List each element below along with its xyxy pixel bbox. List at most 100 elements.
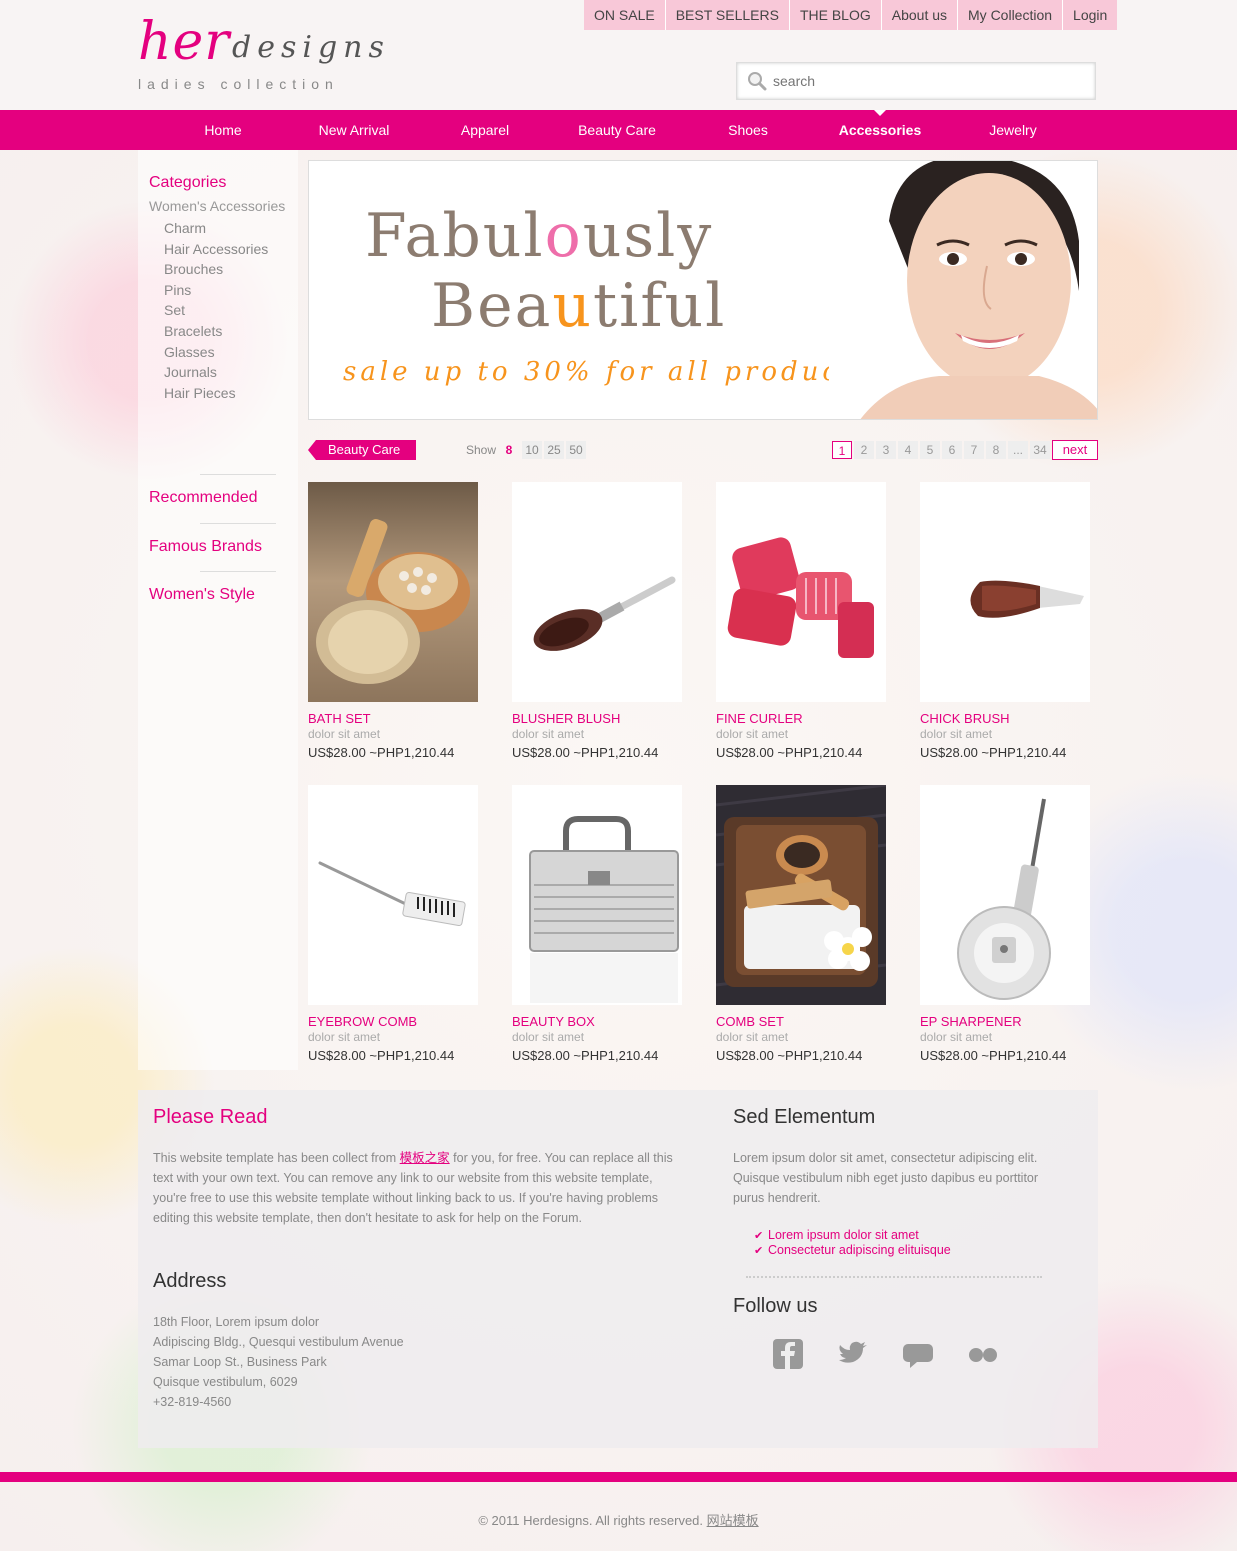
page-button[interactable]: 4 (898, 441, 918, 459)
nav-jewelry[interactable]: Jewelry (980, 110, 1046, 150)
show-option-50[interactable]: 50 (566, 441, 586, 459)
topnav-login[interactable]: Login (1063, 0, 1117, 30)
page-button[interactable]: 5 (920, 441, 940, 459)
product-desc: dolor sit amet (920, 727, 993, 741)
product-image[interactable] (512, 785, 682, 1005)
nav-apparel[interactable]: Apparel (452, 110, 518, 150)
topnav-the-blog[interactable]: THE BLOG (790, 0, 882, 30)
product-name[interactable]: CHICK BRUSH (920, 711, 1010, 726)
topnav-on-sale[interactable]: ON SALE (584, 0, 666, 30)
topnav-my-collection[interactable]: My Collection (958, 0, 1064, 30)
sidebar-link-womens-style[interactable]: Women's Style (149, 586, 255, 604)
address-title: Address (153, 1270, 227, 1292)
category-item[interactable]: Pins (164, 280, 268, 301)
nav-new-arrival[interactable]: New Arrival (314, 110, 394, 150)
promo-banner[interactable]: Fabulously Beautiful sale up to 30% for … (308, 160, 1098, 420)
active-nav-indicator (874, 110, 886, 116)
topnav-best-sellers[interactable]: BEST SELLERS (666, 0, 790, 30)
sidebar-link-recommended[interactable]: Recommended (149, 489, 258, 507)
logo-tagline: ladies collection (138, 76, 339, 92)
address-line: 18th Floor, Lorem ipsum dolor (153, 1315, 320, 1329)
check-item[interactable]: ✔ Consectetur adipiscing elituisque (754, 1243, 951, 1258)
facebook-icon[interactable] (770, 1336, 806, 1372)
logo-designs[interactable]: designs (232, 30, 390, 65)
product-name[interactable]: EYEBROW COMB (308, 1014, 417, 1029)
show-option-10[interactable]: 10 (522, 441, 542, 459)
nav-home[interactable]: Home (190, 110, 256, 150)
address-phone: +32-819-4560 (153, 1395, 232, 1409)
product-desc: dolor sit amet (512, 727, 585, 741)
template-source-link[interactable]: 模板之家 (400, 1151, 450, 1165)
product-desc: dolor sit amet (308, 727, 381, 741)
product-name[interactable]: BLUSHER BLUSH (512, 711, 620, 726)
search-icon[interactable] (747, 71, 767, 91)
sidebar-divider (200, 523, 276, 524)
page-button[interactable]: 1 (832, 441, 852, 459)
dotted-divider (746, 1276, 1042, 1278)
nav-beauty-care[interactable]: Beauty Care (572, 110, 662, 150)
product-image[interactable] (512, 482, 682, 702)
product-image[interactable] (308, 785, 478, 1005)
category-item[interactable]: Hair Accessories (164, 239, 268, 260)
product-name[interactable]: FINE CURLER (716, 711, 803, 726)
address-block: 18th Floor, Lorem ipsum dolor Adipiscing… (153, 1312, 553, 1412)
page-button[interactable]: 8 (986, 441, 1006, 459)
flickr-icon[interactable] (965, 1336, 1001, 1372)
main-nav: Home New Arrival Apparel Beauty Care Sho… (0, 110, 1237, 150)
page-button[interactable]: 7 (964, 441, 984, 459)
page-button[interactable]: 6 (942, 441, 962, 459)
product-image[interactable] (716, 482, 886, 702)
category-parent[interactable]: Women's Accessories (149, 198, 285, 214)
logo-her[interactable]: her (138, 12, 230, 72)
category-item[interactable]: Hair Pieces (164, 383, 268, 404)
category-item[interactable]: Bracelets (164, 321, 268, 342)
category-item[interactable]: Set (164, 300, 268, 321)
footer-link[interactable]: 网站模板 (707, 1513, 759, 1528)
chat-icon[interactable] (900, 1336, 936, 1372)
topnav-about-us[interactable]: About us (882, 0, 959, 30)
product-desc: dolor sit amet (920, 1030, 993, 1044)
product-name[interactable]: EP SHARPENER (920, 1014, 1022, 1029)
product-image[interactable] (920, 482, 1090, 702)
section-tag: Beauty Care (308, 440, 416, 460)
nav-accessories[interactable]: Accessories (830, 110, 930, 150)
categories-title: Categories (149, 174, 227, 191)
page-button[interactable]: 2 (854, 441, 874, 459)
address-line: Adipiscing Bldg., Quesqui vestibulum Ave… (153, 1335, 404, 1349)
product-image[interactable] (308, 482, 478, 702)
product-price: US$28.00 ~PHP1,210.44 (716, 745, 863, 760)
footer-divider (0, 1472, 1237, 1482)
top-nav: ON SALE BEST SELLERS THE BLOG About us M… (584, 0, 1118, 30)
product-price: US$28.00 ~PHP1,210.44 (920, 745, 1067, 760)
sidebar-link-famous-brands[interactable]: Famous Brands (149, 538, 262, 556)
product-desc: dolor sit amet (512, 1030, 585, 1044)
show-option-25[interactable]: 25 (544, 441, 564, 459)
banner-headline-2: Beautiful (431, 271, 727, 341)
product-name[interactable]: COMB SET (716, 1014, 784, 1029)
check-icon: ✔ (754, 1230, 764, 1242)
search-box (736, 62, 1096, 100)
sidebar-divider (200, 571, 276, 572)
product-price: US$28.00 ~PHP1,210.44 (308, 745, 455, 760)
banner-subline: sale up to 30% for all products (343, 357, 873, 387)
check-item[interactable]: ✔ Lorem ipsum dolor sit amet (754, 1228, 951, 1243)
product-price: US$28.00 ~PHP1,210.44 (308, 1048, 455, 1063)
twitter-icon[interactable] (835, 1336, 871, 1372)
category-item[interactable]: Journals (164, 362, 268, 383)
product-desc: dolor sit amet (716, 727, 789, 741)
page-button[interactable]: 34 (1030, 441, 1050, 459)
product-name[interactable]: BATH SET (308, 711, 371, 726)
product-image[interactable] (716, 785, 886, 1005)
product-price: US$28.00 ~PHP1,210.44 (512, 1048, 659, 1063)
show-option-8[interactable]: 8 (500, 441, 518, 459)
category-item[interactable]: Glasses (164, 342, 268, 363)
search-input[interactable] (773, 71, 1073, 91)
product-name[interactable]: BEAUTY BOX (512, 1014, 595, 1029)
product-image[interactable] (920, 785, 1090, 1005)
page-button[interactable]: 3 (876, 441, 896, 459)
nav-shoes[interactable]: Shoes (718, 110, 778, 150)
category-item[interactable]: Brouches (164, 259, 268, 280)
next-page-button[interactable]: next (1052, 440, 1098, 460)
sed-elementum-title: Sed Elementum (733, 1106, 876, 1128)
category-item[interactable]: Charm (164, 218, 268, 239)
